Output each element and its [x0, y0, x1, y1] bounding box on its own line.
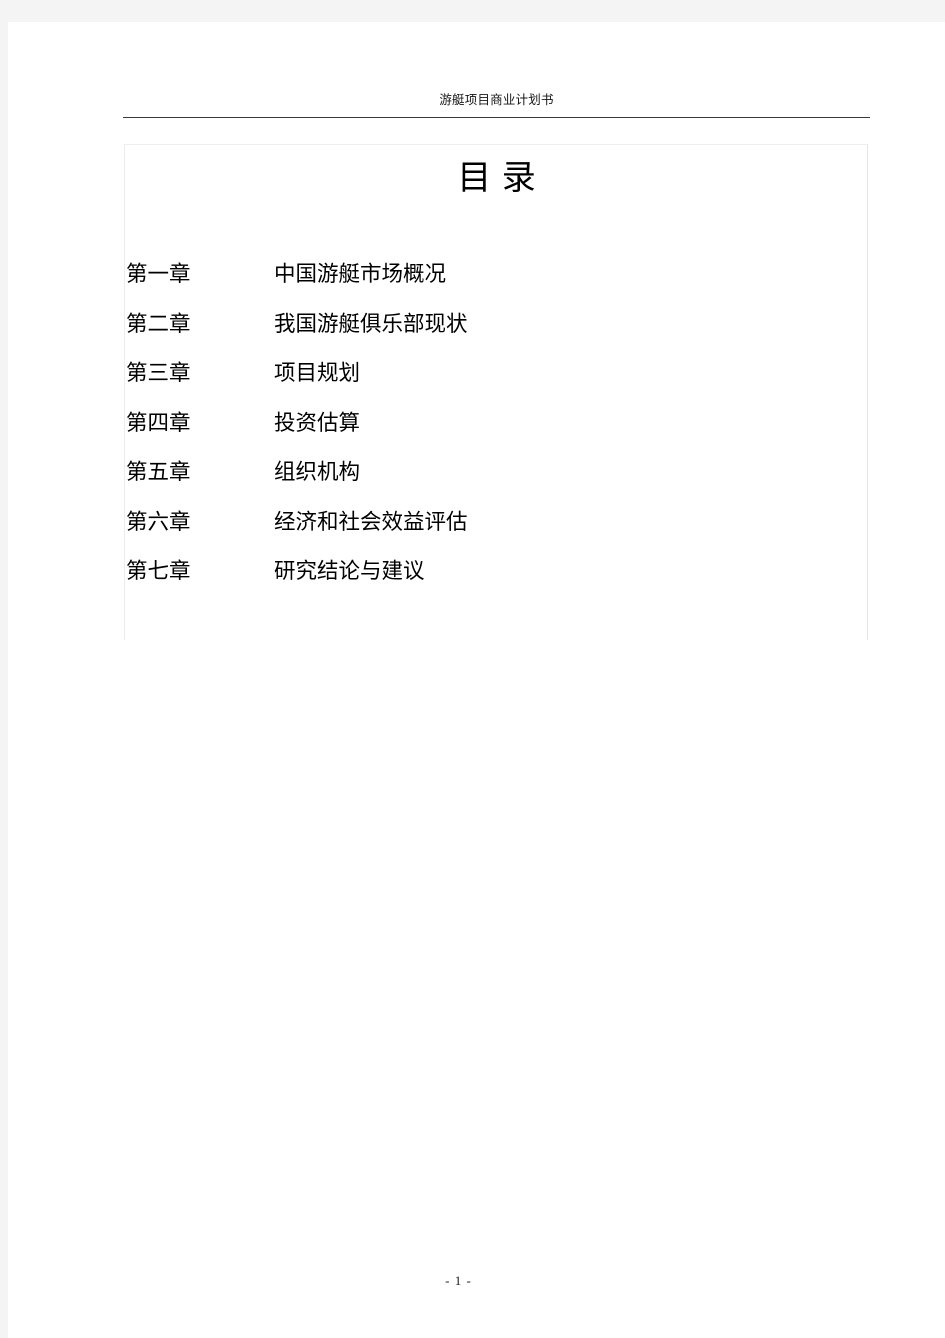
toc-chapter-label: 第七章 — [126, 559, 191, 583]
table-row[interactable]: 第五章 组织机构 — [125, 448, 869, 498]
toc-entry-title: 研究结论与建议 — [274, 559, 425, 583]
toc-entry-title: 中国游艇市场概况 — [274, 262, 447, 286]
toc-entry-title: 组织机构 — [274, 460, 361, 484]
header-title: 游艇项目商业计划书 — [439, 92, 554, 107]
table-row[interactable]: 第二章 我国游艇俱乐部现状 — [125, 300, 869, 350]
toc-chapter-label: 第五章 — [126, 460, 191, 484]
page-title: 目 录 — [457, 160, 537, 197]
toc-entry-title: 项目规划 — [274, 361, 361, 385]
toc-chapter-label: 第一章 — [126, 262, 191, 286]
page-header: 游艇项目商业计划书 — [123, 92, 870, 118]
table-row[interactable]: 第七章 研究结论与建议 — [125, 547, 869, 597]
page-number: - 1 - — [445, 1273, 472, 1288]
header-divider — [123, 117, 870, 118]
toc-chapter-label: 第四章 — [126, 410, 191, 435]
table-row[interactable]: 第三章 项目规划 — [125, 349, 869, 399]
toc-chapter-label: 第二章 — [126, 311, 191, 336]
table-row[interactable]: 第六章 经济和社会效益评估 — [125, 498, 869, 548]
toc-list: 第一章 中国游艇市场概况 第二章 我国游艇俱乐部现状 第三章 项目规划 第四章 … — [125, 250, 869, 597]
page-footer: - 1 - — [16, 1272, 901, 1290]
toc-entry-title: 经济和社会效益评估 — [274, 509, 468, 534]
toc-chapter-label: 第三章 — [126, 361, 191, 385]
toc-chapter-label: 第六章 — [126, 509, 191, 534]
table-row[interactable]: 第四章 投资估算 — [125, 399, 869, 449]
document-page: 游艇项目商业计划书 目 录 第一章 中国游艇市场概况 第二章 我国游艇俱乐部现状… — [8, 22, 945, 1338]
toc-entry-title: 投资估算 — [274, 410, 361, 435]
table-row[interactable]: 第一章 中国游艇市场概况 — [125, 250, 869, 300]
table-of-contents: 目 录 第一章 中国游艇市场概况 第二章 我国游艇俱乐部现状 第三章 项目规划 … — [124, 144, 868, 640]
toc-entry-title: 我国游艇俱乐部现状 — [274, 311, 468, 336]
